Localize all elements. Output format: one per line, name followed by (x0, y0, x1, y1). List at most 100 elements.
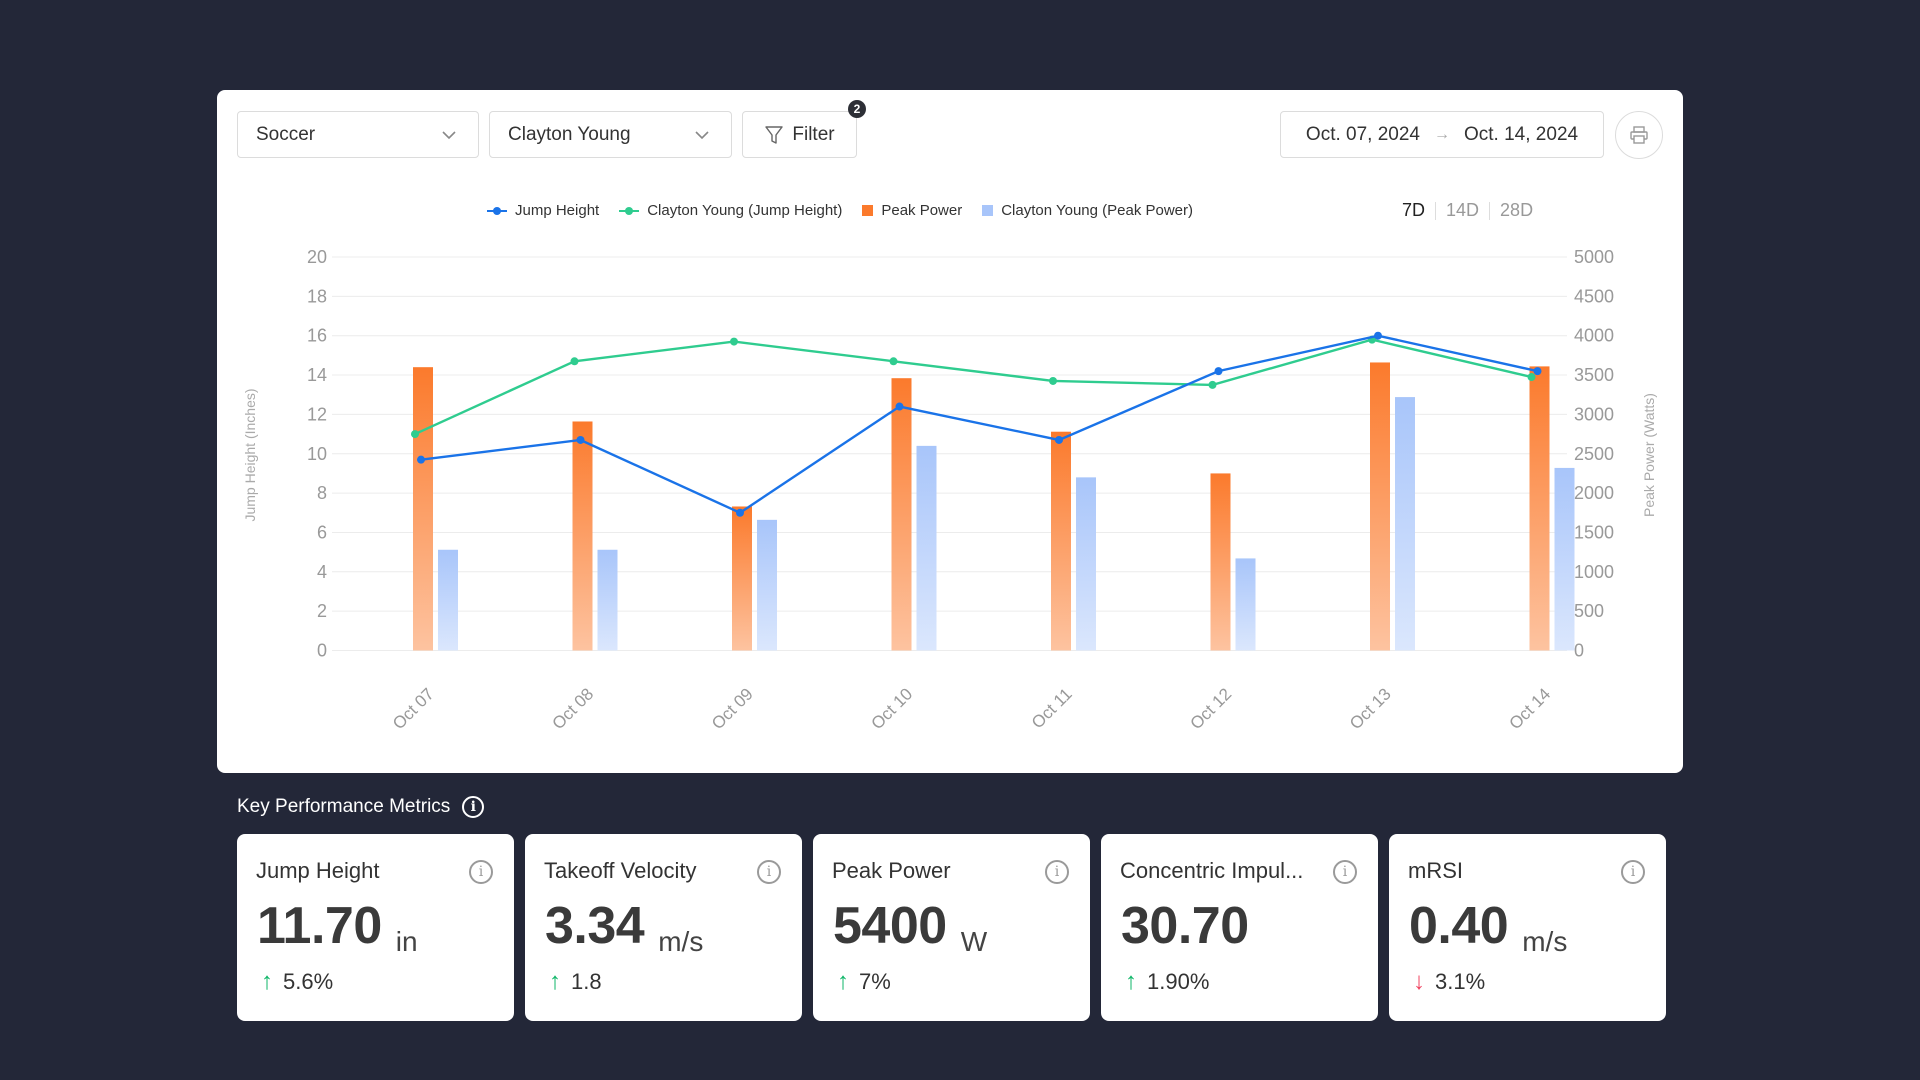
info-icon[interactable]: i (1333, 860, 1357, 884)
bar-peak-power (1529, 366, 1550, 651)
bar-clayton-peak-power (916, 445, 937, 651)
bar-clayton-peak-power (1395, 397, 1415, 651)
arrow-up-icon: ↑ (1125, 968, 1137, 995)
kpi-name: Peak Power (832, 858, 951, 883)
x-tick-label: Oct 10 (867, 684, 916, 733)
y-left-axis-title: Jump Height (Inches) (242, 388, 258, 521)
kpi-name: Takeoff Velocity (544, 858, 697, 883)
clayton-jump-height-point (1049, 376, 1057, 385)
y-right-tick-label: 0 (1574, 641, 1584, 661)
y-right-tick-label: 4500 (1574, 286, 1614, 306)
kpi-unit: in (395, 926, 418, 957)
kpi-unit: m/s (1522, 926, 1568, 957)
y-left-tick-label: 4 (317, 562, 327, 582)
kpi-delta: 5.6% (283, 969, 334, 994)
bar-peak-power (891, 378, 912, 651)
y-left-tick-label: 8 (317, 483, 327, 503)
y-right-tick-label: 1000 (1574, 562, 1614, 582)
bar-peak-power (1051, 431, 1071, 651)
bar-peak-power (1370, 362, 1390, 651)
clayton-jump-height-point (1527, 373, 1536, 382)
kpi-section-title: Key Performance Metrics (237, 796, 451, 817)
y-right-tick-label: 500 (1574, 601, 1604, 621)
x-tick-label: Oct 14 (1505, 684, 1554, 733)
x-tick-label: Oct 08 (548, 684, 597, 733)
jump-height-point (1214, 367, 1223, 376)
info-icon[interactable]: i (1045, 860, 1069, 884)
clayton-jump-height-point (730, 337, 738, 346)
info-icon[interactable]: i (1621, 860, 1645, 884)
arrow-up-icon: ↑ (837, 968, 849, 995)
clayton-jump-height-point (411, 430, 419, 439)
kpi-delta: 1.90% (1147, 969, 1210, 994)
y-right-tick-label: 2500 (1574, 444, 1614, 464)
kpi-unit: W (960, 926, 988, 957)
bar-clayton-peak-power (597, 549, 618, 651)
kpi-unit: m/s (658, 926, 704, 957)
kpi-card-concentric-impulse: Concentric Impul... i 30.70 ↑ 1.90% (1101, 834, 1378, 1021)
y-left-tick-label: 12 (307, 404, 327, 424)
jump-height-point (895, 402, 904, 411)
bar-peak-power (413, 367, 433, 651)
bar-clayton-peak-power (1235, 558, 1256, 651)
clayton-jump-height-line (414, 338, 1532, 436)
y-left-tick-label: 14 (307, 365, 327, 385)
y-right-tick-label: 3500 (1574, 365, 1614, 385)
bar-clayton-peak-power (1554, 467, 1575, 651)
jump-height-point (1374, 331, 1382, 340)
bar-clayton-peak-power (438, 549, 458, 651)
kpi-name: Concentric Impul... (1120, 858, 1304, 883)
info-icon[interactable]: i (757, 860, 781, 884)
y-left-tick-label: 0 (317, 641, 327, 661)
clayton-jump-height-point (889, 357, 898, 366)
kpi-delta: 1.8 (571, 969, 602, 994)
jump-height-point (576, 435, 585, 444)
jump-height-point (417, 455, 425, 464)
bar-peak-power (572, 421, 593, 651)
chart-panel: Soccer Clayton Young Filter 2 Oct. 07, 2… (217, 90, 1683, 773)
bar-clayton-peak-power (757, 519, 777, 651)
jump-height-point (736, 508, 744, 517)
x-tick-label: Oct 07 (389, 684, 438, 733)
kpi-delta: 3.1% (1435, 969, 1486, 994)
kpi-name: mRSI (1408, 858, 1463, 883)
kpi-name: Jump Height (256, 858, 380, 883)
y-left-tick-label: 18 (307, 286, 327, 306)
y-right-axis-title: Peak Power (Watts) (1641, 393, 1657, 517)
info-icon[interactable]: i (462, 796, 485, 818)
y-left-tick-label: 6 (317, 522, 327, 542)
y-right-tick-label: 2000 (1574, 483, 1614, 503)
bar-peak-power (1210, 473, 1231, 651)
x-tick-label: Oct 13 (1346, 684, 1395, 733)
y-left-tick-label: 20 (307, 247, 327, 267)
y-right-tick-label: 1500 (1574, 522, 1614, 542)
clayton-jump-height-point (570, 357, 579, 366)
arrow-down-icon: ↓ (1413, 968, 1425, 995)
kpi-section-header: Key Performance Metrics i (237, 796, 485, 818)
y-right-tick-label: 4000 (1574, 326, 1614, 346)
x-tick-label: Oct 12 (1186, 684, 1235, 733)
x-tick-label: Oct 11 (1028, 684, 1076, 732)
y-right-tick-label: 5000 (1574, 247, 1614, 267)
kpi-value: 0.40 (1409, 897, 1509, 955)
info-icon[interactable]: i (469, 860, 493, 884)
arrow-up-icon: ↑ (549, 968, 561, 995)
kpi-cards: Jump Height i 11.70 in ↑ 5.6% Takeoff Velo… (237, 834, 1666, 1021)
jump-height-point (1055, 435, 1063, 444)
y-right-tick-label: 3000 (1574, 404, 1614, 424)
kpi-card-mrsi: mRSI i 0.40 m/s ↓ 3.1% (1389, 834, 1666, 1021)
bar-clayton-peak-power (1076, 477, 1096, 651)
kpi-delta: 7% (859, 969, 891, 994)
y-left-tick-label: 10 (307, 444, 327, 464)
clayton-jump-height-point (1208, 380, 1217, 389)
y-left-tick-label: 2 (317, 601, 327, 621)
jump-height-point (1533, 367, 1542, 376)
kpi-card-jump-height: Jump Height i 11.70 in ↑ 5.6% (237, 834, 514, 1021)
kpi-value: 3.34 (545, 897, 645, 955)
arrow-up-icon: ↑ (261, 968, 273, 995)
x-tick-label: Oct 09 (708, 684, 757, 733)
kpi-card-takeoff-velocity: Takeoff Velocity i 3.34 m/s ↑ 1.8 (525, 834, 802, 1021)
combo-chart: 0 02 5004 10006 15008 200010 250012 300014 35001… (242, 247, 1657, 733)
bar-peak-power (732, 506, 752, 651)
kpi-value: 30.70 (1121, 897, 1249, 955)
